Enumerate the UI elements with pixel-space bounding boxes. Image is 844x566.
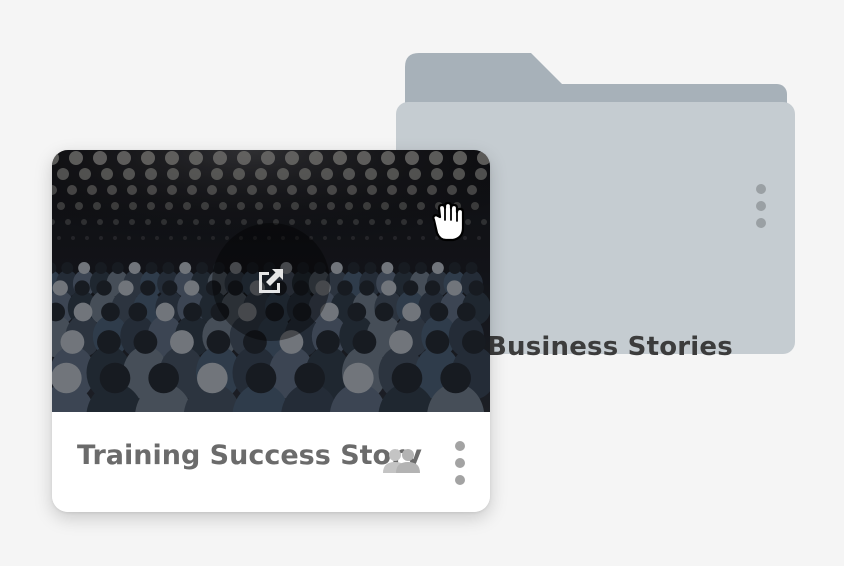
external-link-icon (259, 269, 283, 293)
folder-menu-button[interactable] (751, 184, 771, 228)
vertical-ellipsis-icon (455, 441, 465, 451)
open-project-button[interactable] (212, 223, 330, 341)
canvas: Business Stories Training Success Story (0, 0, 844, 566)
shared-users-icon (383, 449, 420, 473)
card-footer: Training Success Story (52, 412, 490, 512)
project-card[interactable]: Training Success Story (52, 150, 490, 512)
vertical-ellipsis-icon (756, 184, 766, 194)
folder-name[interactable]: Business Stories (487, 332, 733, 362)
project-thumbnail[interactable] (52, 150, 490, 412)
project-title[interactable]: Training Success Story (77, 440, 422, 471)
card-menu-button[interactable] (450, 441, 470, 485)
